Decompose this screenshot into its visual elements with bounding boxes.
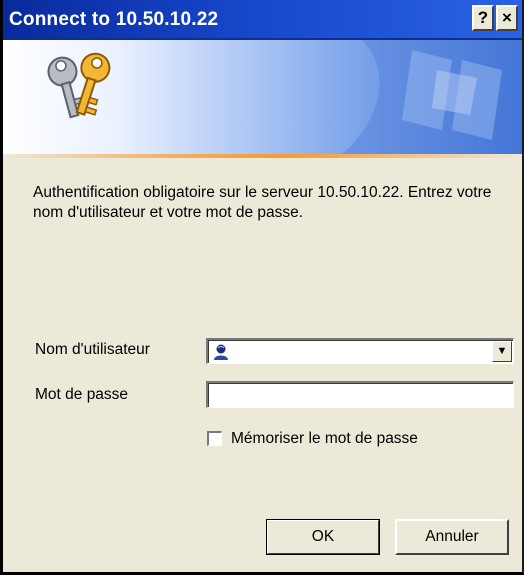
- title-bar[interactable]: Connect to 10.50.10.22 ? ×: [3, 0, 522, 40]
- username-combobox[interactable]: ▼: [206, 338, 514, 364]
- ok-button[interactable]: OK: [266, 519, 380, 555]
- cancel-button[interactable]: Annuler: [395, 519, 509, 555]
- banner-decoration: [342, 40, 522, 154]
- password-label: Mot de passe: [35, 386, 129, 403]
- password-field[interactable]: [206, 381, 514, 408]
- username-label: Nom d'utilisateur: [35, 341, 150, 358]
- close-button[interactable]: ×: [496, 5, 518, 31]
- window-title: Connect to 10.50.10.22: [9, 9, 219, 30]
- auth-message: Authentification obligatoire sur le serv…: [33, 184, 492, 221]
- chevron-down-icon[interactable]: ▼: [492, 341, 512, 362]
- user-icon: [214, 344, 228, 360]
- banner: [3, 40, 522, 154]
- help-button[interactable]: ?: [472, 5, 494, 31]
- connect-dialog: Connect to 10.50.10.22 ? × Authentificat…: [0, 0, 524, 575]
- banner-divider: [3, 154, 522, 158]
- keys-icon: [47, 52, 111, 119]
- remember-password-label[interactable]: Mémoriser le mot de passe: [231, 430, 418, 448]
- remember-password-checkbox[interactable]: [207, 431, 222, 446]
